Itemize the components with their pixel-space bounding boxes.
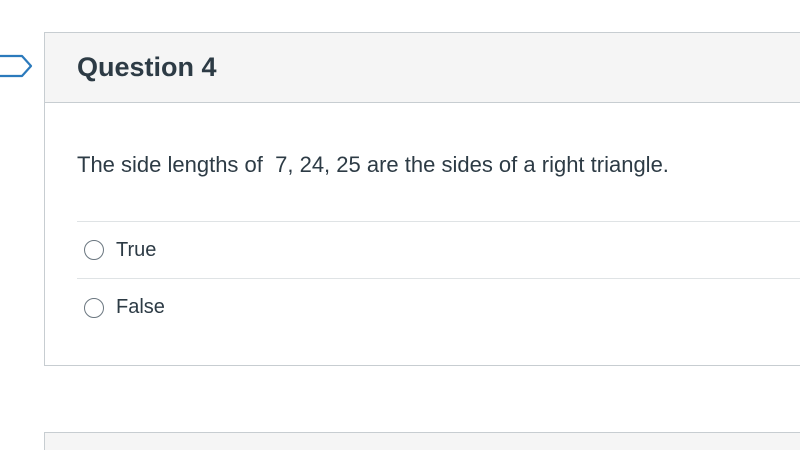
question-header: Question 4: [45, 33, 800, 103]
answer-label: False: [116, 296, 165, 318]
answer-option-true[interactable]: True: [77, 222, 800, 279]
question-card: Question 4 The side lengths of 7, 24, 25…: [44, 32, 800, 366]
radio-button[interactable]: [84, 240, 104, 260]
quiz-page: Question 4 The side lengths of 7, 24, 25…: [0, 0, 800, 450]
answer-label: True: [116, 238, 157, 261]
answer-list: True False: [77, 221, 800, 336]
next-question-card: [44, 432, 800, 450]
question-title: Question 4: [77, 52, 217, 82]
answer-option-false[interactable]: False: [77, 279, 800, 336]
flag-question-icon[interactable]: [0, 52, 34, 80]
question-body: The side lengths of 7, 24, 25 are the si…: [45, 103, 800, 336]
radio-button[interactable]: [84, 297, 104, 318]
question-text: The side lengths of 7, 24, 25 are the si…: [77, 152, 669, 177]
